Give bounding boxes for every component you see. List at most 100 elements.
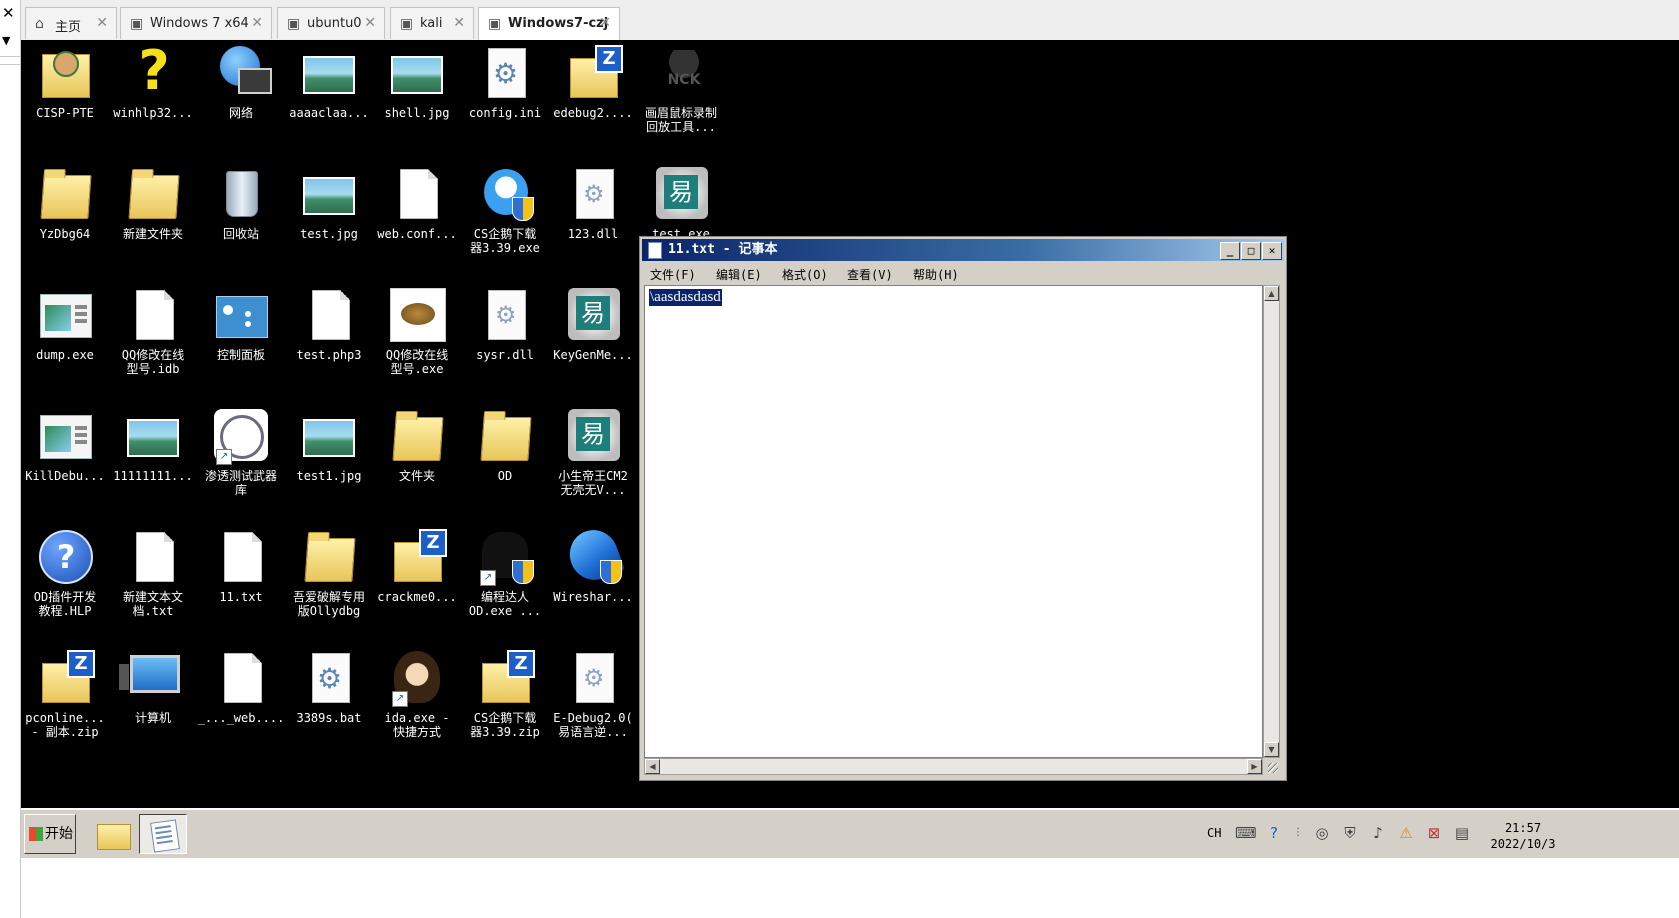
desktop-icon-killdebug[interactable]: KillDebu... (21, 403, 109, 483)
zip-folder-icon (476, 649, 535, 707)
tab-kali[interactable]: ▣ kali ✕ (390, 7, 474, 39)
vertical-scrollbar[interactable]: ▲ ▼ (1263, 285, 1280, 758)
desktop-icon-test-php3[interactable]: test.php3 (285, 282, 373, 362)
library-dropdown-icon[interactable]: ▼ (2, 34, 10, 47)
input-language-indicator[interactable]: CH (1207, 826, 1221, 840)
desktop-icon-wireshark[interactable]: Wireshar... (549, 523, 637, 604)
desktop-icon-qq-idb[interactable]: QQ修改在线 型号.idb (109, 282, 197, 376)
taskbar-explorer-button[interactable] (89, 814, 137, 854)
desktop-icon-pentest-arsenal[interactable]: ↗ 渗透测试武器 库 (197, 403, 285, 497)
notepad-icon (648, 242, 662, 259)
desktop-icon-11-txt[interactable]: 11.txt (197, 524, 285, 604)
desktop-icon-new-folder[interactable]: 新建文件夹 (109, 161, 197, 241)
notepad-titlebar[interactable]: 11.txt - 记事本 _ □ ✕ (642, 239, 1284, 261)
notepad-window[interactable]: 11.txt - 记事本 _ □ ✕ 文件(F) 编辑(E) 格式(O) 查看(… (639, 236, 1287, 781)
action-center-warning-icon[interactable]: ⚠ (1397, 824, 1415, 842)
desktop-icon-cs-penguin-exe[interactable]: CS企鹅下载 器3.39.exe (461, 161, 549, 255)
tab-windows7-czj[interactable]: ▣ Windows7-czj ✕ (478, 7, 620, 40)
icon-label: winhlp32... (113, 106, 193, 120)
scroll-up-icon[interactable]: ▲ (1264, 286, 1279, 301)
icon-label: QQ修改在线 型号.idb (121, 348, 185, 376)
network-disconnected-icon[interactable]: ⊠ (1425, 824, 1443, 842)
desktop-icon-new-text-doc[interactable]: 新建文本文 档.txt (109, 524, 197, 618)
start-button[interactable]: 开始 (24, 814, 76, 854)
desktop-icon-aaaaclaa[interactable]: aaaaclaa... (285, 40, 373, 120)
desktop-icon-web-conf[interactable]: web.conf... (373, 161, 461, 241)
close-library-icon[interactable]: ✕ (2, 4, 15, 22)
desktop-icon-52pojie-ollydbg[interactable]: 吾爱破解专用 版Ollydbg (285, 524, 373, 618)
close-tab-icon[interactable]: ✕ (453, 15, 465, 31)
easy-language-exe-icon (564, 407, 622, 465)
close-tab-icon[interactable]: ✕ (96, 15, 108, 31)
tab-label: Windows 7 x64 (150, 16, 249, 31)
taskbar-notepad-button[interactable] (139, 814, 187, 854)
tray-options-icon[interactable]: ⋮ (1289, 824, 1307, 842)
desktop-icon-edebug2[interactable]: edebug2.... (549, 40, 637, 120)
desktop-icon-123-dll[interactable]: 123.dll (549, 161, 637, 241)
security-tray-icon[interactable]: ⛨ (1341, 824, 1359, 842)
close-tab-icon[interactable]: ✕ (364, 15, 376, 31)
desktop-icon-dump-exe[interactable]: dump.exe (21, 282, 109, 362)
tab-home[interactable]: ⌂ 主页 ✕ (25, 7, 117, 39)
desktop-icon-od-folder[interactable]: OD (461, 403, 549, 483)
desktop-icon-qq-exe[interactable]: QQ修改在线 型号.exe (373, 282, 461, 376)
tab-ubuntu0[interactable]: ▣ ubuntu0 ✕ (277, 7, 385, 39)
desktop-icon-test1-jpg[interactable]: test1.jpg (285, 403, 373, 483)
desktop-icon-ida-shortcut[interactable]: ↗ ida.exe - 快捷方式 (373, 645, 461, 739)
menu-view[interactable]: 查看(V) (847, 266, 893, 283)
scroll-right-icon[interactable]: ▶ (1247, 759, 1262, 774)
network-tray-icon[interactable]: ◎ (1313, 824, 1331, 842)
text-editor-area[interactable]: \aasdasdasd (644, 285, 1263, 758)
desktop-icon-recycle-bin[interactable]: 回收站 (197, 161, 285, 241)
resize-grip[interactable] (1263, 758, 1280, 775)
desktop-icon-crackme0[interactable]: crackme0... (373, 524, 461, 604)
desktop-icon-11111111[interactable]: 11111111... (109, 403, 197, 483)
library-panel-strip: ✕ ▼ (0, 0, 21, 918)
display-tray-icon[interactable]: ▤ (1453, 824, 1471, 842)
desktop-icon-3389s-bat[interactable]: 3389s.bat (285, 645, 373, 725)
image-file-icon (300, 165, 358, 223)
icon-label: 计算机 (134, 711, 171, 725)
keyboard-icon[interactable]: ⌨ (1235, 824, 1257, 842)
desktop-icon-test-jpg[interactable]: test.jpg (285, 161, 373, 241)
menu-file[interactable]: 文件(F) (650, 266, 696, 283)
close-button[interactable]: ✕ (1262, 242, 1282, 260)
volume-muted-icon[interactable]: ♪ (1369, 824, 1387, 842)
close-tab-icon[interactable]: ✕ (599, 15, 611, 31)
desktop-icon-od-plugin-hlp[interactable]: ? OD插件开发 教程.HLP (21, 524, 109, 618)
desktop-icon-keygenme[interactable]: KeyGenMe... (549, 282, 637, 362)
desktop-icon-yzdbg64[interactable]: YzDbg64 (21, 161, 109, 241)
desktop-icon-cs-penguin-zip[interactable]: CS企鹅下载 器3.39.zip (461, 645, 549, 739)
desktop-icon-e-debug2[interactable]: E-Debug2.0( 易语言逆... (549, 645, 637, 739)
desktop-icon-cisp-pte[interactable]: CISP-PTE (21, 40, 109, 120)
menu-format[interactable]: 格式(O) (782, 266, 828, 283)
tab-windows7-x64[interactable]: ▣ Windows 7 x64 ✕ (120, 7, 272, 39)
desktop-icon-test-exe[interactable]: test.exe (637, 161, 725, 241)
desktop-icon-web-file[interactable]: _..._web.... (197, 645, 285, 725)
menu-edit[interactable]: 编辑(E) (716, 266, 762, 283)
scroll-down-icon[interactable]: ▼ (1264, 742, 1279, 757)
menu-help[interactable]: 帮助(H) (913, 266, 959, 283)
desktop-icon-network[interactable]: 网络 (197, 40, 285, 120)
desktop-icon-shell-jpg[interactable]: shell.jpg (373, 40, 461, 120)
icon-label: 吾爱破解专用 版Ollydbg (292, 590, 365, 618)
icon-label: 网络 (228, 106, 253, 120)
desktop-icon-xiaosheng-cm2[interactable]: 小生帝王CM2 无壳无V... (549, 403, 637, 497)
desktop-icon-coding-master-od[interactable]: ↗ 编程达人 OD.exe ... (461, 524, 549, 618)
desktop-icon-sysr-dll[interactable]: sysr.dll (461, 282, 549, 362)
desktop-icon-mouse-recorder[interactable]: NCK 画眉鼠标录制 回放工具... (637, 40, 725, 134)
desktop-icon-pconline-zip[interactable]: pconline... - 副本.zip (21, 645, 109, 739)
minimize-button[interactable]: _ (1220, 242, 1240, 260)
desktop-icon-folder[interactable]: 文件夹 (373, 403, 461, 483)
desktop-icon-control-panel[interactable]: 控制面板 (197, 282, 285, 362)
horizontal-scrollbar[interactable]: ◀ ▶ (644, 758, 1263, 775)
desktop-icon-computer[interactable]: 计算机 (109, 645, 197, 725)
system-clock[interactable]: 21:57 2022/10/3 (1483, 820, 1563, 852)
close-tab-icon[interactable]: ✕ (251, 15, 263, 31)
maximize-button[interactable]: □ (1241, 242, 1261, 260)
desktop-icon-winhlp32[interactable]: ? winhlp32... (109, 40, 197, 121)
scroll-left-icon[interactable]: ◀ (645, 759, 660, 774)
help-icon[interactable]: ? (1265, 824, 1283, 842)
desktop-icon-config-ini[interactable]: config.ini (461, 40, 549, 120)
icon-label: 编程达人 OD.exe ... (468, 590, 542, 618)
